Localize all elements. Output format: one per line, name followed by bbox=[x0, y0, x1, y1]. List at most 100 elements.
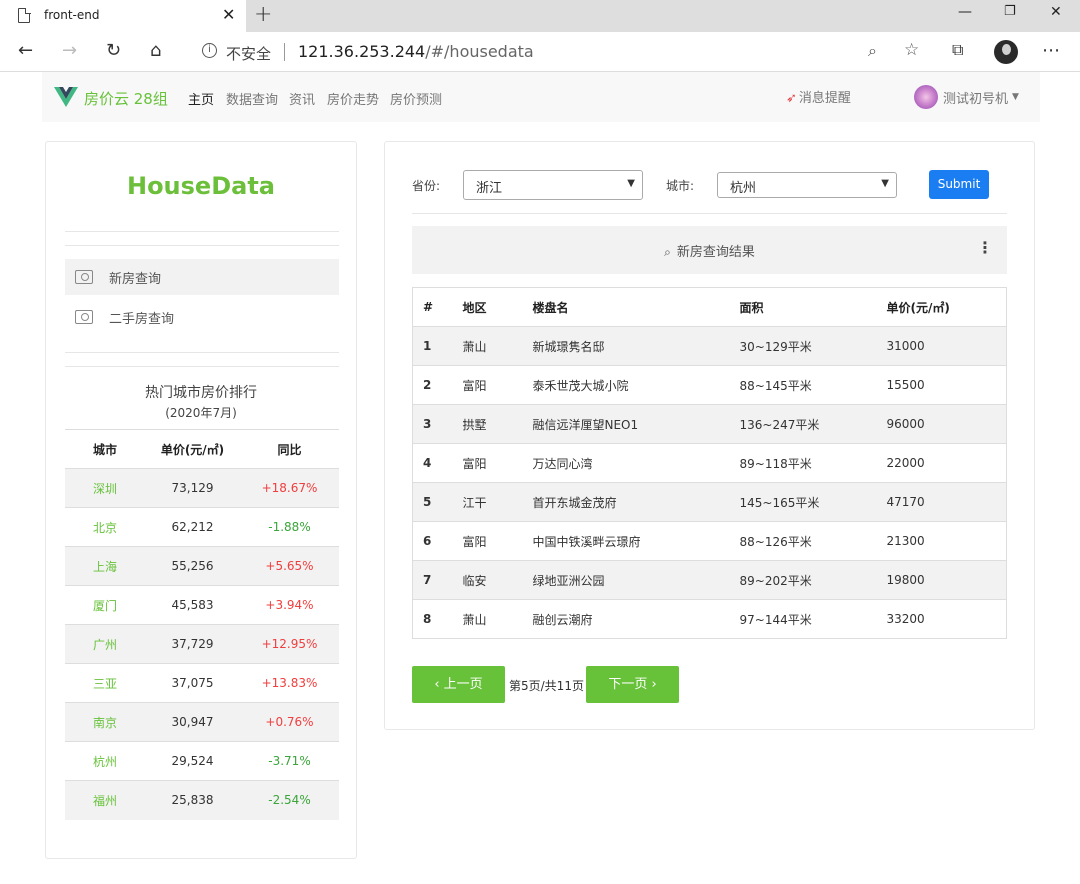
chevron-down-icon: ▼ bbox=[627, 178, 635, 189]
divider bbox=[412, 213, 1007, 214]
menu-new-house[interactable]: 新房查询 bbox=[65, 259, 339, 295]
table-row: 三亚 37,075 +13.83% bbox=[65, 663, 339, 703]
insecure-label: 不安全 bbox=[226, 45, 272, 63]
city-select[interactable]: 杭州 ▼ bbox=[717, 172, 897, 198]
rank-price: 30,947 bbox=[145, 702, 240, 742]
rank-yoy: +12.95% bbox=[240, 624, 339, 664]
back-icon[interactable]: ← bbox=[18, 40, 33, 61]
nav-home[interactable]: 主页 bbox=[188, 89, 214, 108]
user-menu[interactable]: 测试初号机 ▼ bbox=[914, 85, 1019, 109]
more-vertical-icon[interactable]: ⋮ bbox=[977, 238, 993, 257]
table-row: 广州 37,729 +12.95% bbox=[65, 624, 339, 664]
rank-city[interactable]: 深圳 bbox=[65, 468, 145, 508]
table-row[interactable]: 1 萧山 新城璟隽名邸 30~129平米 31000 bbox=[412, 326, 1007, 366]
info-icon[interactable]: i bbox=[202, 43, 217, 58]
province-label: 省份: bbox=[412, 179, 441, 193]
table-row: 杭州 29,524 -3.71% bbox=[65, 741, 339, 781]
notify-label: 消息提醒 bbox=[798, 91, 851, 106]
submit-button[interactable]: Submit bbox=[929, 170, 989, 199]
city-value: 杭州 bbox=[730, 181, 757, 196]
row-name: 万达同心湾 bbox=[532, 443, 740, 483]
rank-price: 73,129 bbox=[145, 468, 240, 508]
browser-tab[interactable]: front-end ✕ bbox=[0, 0, 246, 32]
user-name: 测试初号机 bbox=[943, 91, 1009, 107]
sidebar-card: HouseData 新房查询 二手房查询 热门城市房价排行 (2020年7月) … bbox=[45, 141, 357, 859]
collections-icon[interactable]: ⧉ bbox=[952, 40, 963, 60]
window-close-icon[interactable]: ✕ bbox=[1050, 4, 1062, 20]
table-row[interactable]: 5 江干 首开东城金茂府 145~165平米 47170 bbox=[412, 482, 1007, 522]
maximize-icon[interactable]: ❐ bbox=[1004, 4, 1016, 19]
minimize-icon[interactable]: — bbox=[958, 4, 972, 20]
forward-icon[interactable]: → bbox=[62, 40, 77, 61]
rank-city[interactable]: 北京 bbox=[65, 507, 145, 547]
row-size: 89~202平米 bbox=[739, 560, 887, 600]
row-size: 97~144平米 bbox=[739, 599, 887, 639]
table-row[interactable]: 6 富阳 中国中铁溪畔云璟府 88~126平米 21300 bbox=[412, 521, 1007, 561]
col-header-name: 楼盘名 bbox=[532, 287, 740, 327]
address-bar[interactable]: i 不安全 121.36.253.244/#/housedata ⌕ ☆ bbox=[188, 36, 932, 68]
search-icon: ⌕ bbox=[664, 245, 671, 259]
vue-logo-icon bbox=[54, 87, 78, 107]
col-header-size: 面积 bbox=[739, 287, 887, 327]
table-row[interactable]: 4 富阳 万达同心湾 89~118平米 22000 bbox=[412, 443, 1007, 483]
tab-title: front-end bbox=[44, 8, 100, 22]
nav-price-trend[interactable]: 房价走势 bbox=[327, 89, 379, 108]
browser-profile-avatar[interactable] bbox=[994, 40, 1018, 64]
row-index: 7 bbox=[412, 560, 463, 600]
rank-city[interactable]: 杭州 bbox=[65, 741, 145, 781]
rank-price: 37,729 bbox=[145, 624, 240, 664]
table-row[interactable]: 2 富阳 泰禾世茂大城小院 88~145平米 15500 bbox=[412, 365, 1007, 405]
zoom-icon[interactable]: ⌕ bbox=[868, 41, 877, 61]
rank-header-price: 单价(元/㎡) bbox=[145, 429, 240, 469]
notify-link[interactable]: ➶ 消息提醒 bbox=[786, 87, 851, 106]
table-row[interactable]: 3 拱墅 融信远洋厘望NEO1 136~247平米 96000 bbox=[412, 404, 1007, 444]
row-name: 绿地亚洲公园 bbox=[532, 560, 740, 600]
results-table: # 地区 楼盘名 面积 单价(元/㎡) 1 萧山 新城璟隽名邸 30~129平米 310… bbox=[412, 287, 1007, 639]
province-select[interactable]: 浙江 ▼ bbox=[463, 170, 643, 200]
table-row: 上海 55,256 +5.65% bbox=[65, 546, 339, 586]
row-area: 临安 bbox=[462, 560, 533, 600]
row-area: 富阳 bbox=[462, 365, 533, 405]
rank-city[interactable]: 三亚 bbox=[65, 663, 145, 703]
row-index: 1 bbox=[412, 326, 463, 366]
home-icon[interactable]: ⌂ bbox=[150, 40, 161, 61]
rank-city[interactable]: 福州 bbox=[65, 780, 145, 820]
refresh-icon[interactable]: ↻ bbox=[106, 40, 121, 61]
row-price: 19800 bbox=[886, 560, 1007, 600]
row-index: 6 bbox=[412, 521, 463, 561]
more-menu-icon[interactable]: ⋯ bbox=[1042, 40, 1060, 61]
province-value: 浙江 bbox=[476, 181, 503, 196]
rank-yoy: +5.65% bbox=[240, 546, 339, 586]
rank-price: 37,075 bbox=[145, 663, 240, 703]
row-area: 萧山 bbox=[462, 599, 533, 639]
result-title-text: 新房查询结果 bbox=[676, 245, 755, 260]
row-name: 泰禾世茂大城小院 bbox=[532, 365, 740, 405]
favorite-star-icon[interactable]: ☆ bbox=[904, 40, 919, 60]
rank-city[interactable]: 南京 bbox=[65, 702, 145, 742]
query-card: 省份: 浙江 ▼ 城市: 杭州 ▼ Submit ⌕ 新房查询结果 ⋮ # 地区 … bbox=[384, 141, 1035, 730]
row-index: 2 bbox=[412, 365, 463, 405]
rank-city[interactable]: 上海 bbox=[65, 546, 145, 586]
nav-news[interactable]: 资讯 bbox=[289, 89, 315, 108]
row-name: 新城璟隽名邸 bbox=[532, 326, 740, 366]
url-text[interactable]: 121.36.253.244/#/housedata bbox=[298, 42, 534, 61]
nav-data-query[interactable]: 数据查询 bbox=[226, 89, 278, 108]
col-header-price: 单价(元/㎡) bbox=[886, 287, 1007, 327]
next-page-button[interactable]: 下一页 › bbox=[586, 666, 679, 703]
brand-title[interactable]: 房价云 28组 bbox=[84, 88, 168, 109]
result-title: ⌕ 新房查询结果 bbox=[412, 241, 1007, 260]
rank-city[interactable]: 广州 bbox=[65, 624, 145, 664]
col-header-index: # bbox=[412, 287, 463, 327]
nav-price-forecast[interactable]: 房价预测 bbox=[390, 89, 442, 108]
table-row[interactable]: 7 临安 绿地亚洲公园 89~202平米 19800 bbox=[412, 560, 1007, 600]
prev-page-button[interactable]: ‹ 上一页 bbox=[412, 666, 505, 703]
new-tab-icon[interactable]: + bbox=[254, 2, 272, 27]
table-row[interactable]: 8 萧山 融创云潮府 97~144平米 33200 bbox=[412, 599, 1007, 639]
monitor-icon bbox=[75, 270, 93, 284]
row-area: 江干 bbox=[462, 482, 533, 522]
page-info: 第5页/共11页 bbox=[509, 679, 584, 693]
menu-second-hand[interactable]: 二手房查询 bbox=[65, 299, 339, 335]
rank-city[interactable]: 厦门 bbox=[65, 585, 145, 625]
rank-price: 55,256 bbox=[145, 546, 240, 586]
close-tab-icon[interactable]: ✕ bbox=[222, 5, 235, 24]
